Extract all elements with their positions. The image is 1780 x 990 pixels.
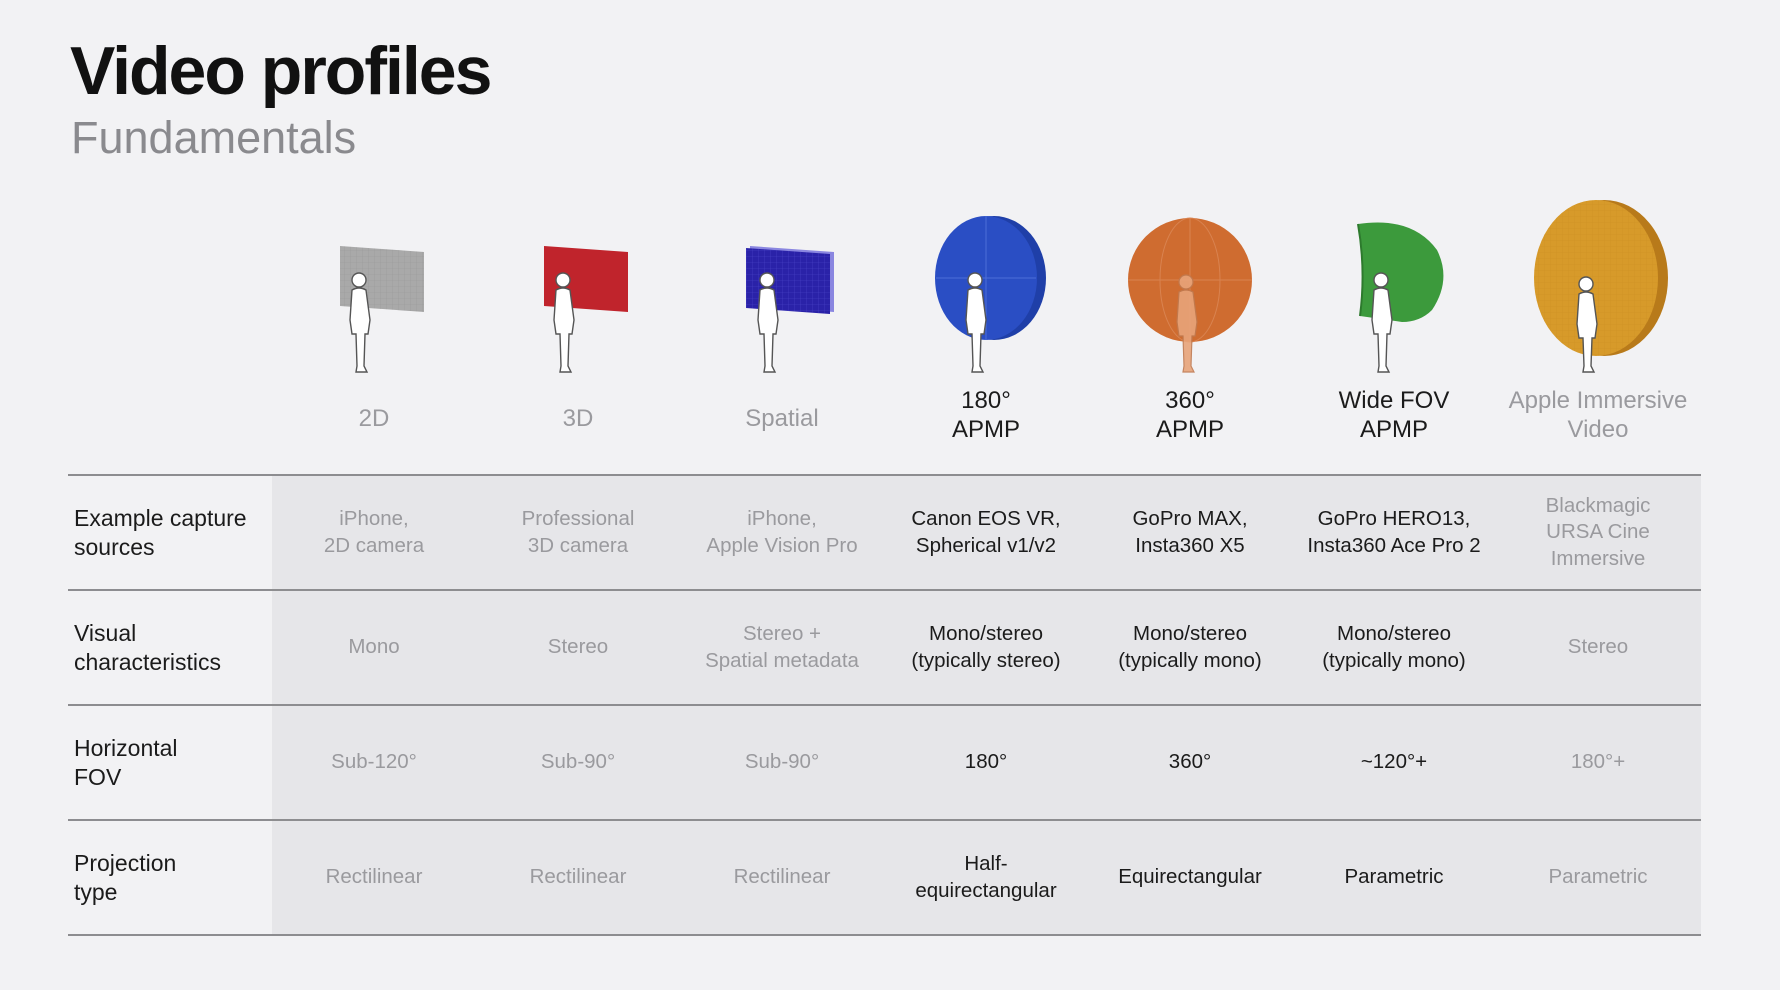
table-cell: Half- equirectangular [915, 852, 1057, 902]
col-label-spatial: Spatial [745, 405, 819, 432]
table-row: Example capture sources iPhone, 2D camer… [68, 474, 1701, 589]
row-header-capture-sources: Example capture sources [74, 504, 247, 560]
table-cell: Parametric [1548, 865, 1648, 889]
table-cell: Rectilinear [733, 865, 831, 889]
col-label-3d: 3D [562, 405, 594, 432]
table-cell: Sub-90° [540, 750, 616, 774]
col-illustration-apple-immersive-video [1496, 198, 1700, 378]
col-illustration-360-apmp [1088, 210, 1292, 378]
col-label-360-apmp: 360° APMP [1155, 387, 1224, 443]
col-illustration-spatial [680, 238, 884, 378]
row-header-horizontal-fov: Horizontal FOV [74, 734, 178, 790]
table-cell: Rectilinear [529, 865, 627, 889]
flat-screen-blue-grid-icon [746, 246, 834, 373]
table-cell: iPhone, 2D camera [323, 507, 425, 557]
col-label-wide-fov-apmp: Wide FOV APMP [1338, 387, 1450, 443]
col-illustration-180-apmp [884, 210, 1088, 378]
table-cell: Rectilinear [325, 865, 423, 889]
table-cell: Sub-120° [331, 750, 417, 774]
table-cell: Mono [348, 635, 400, 659]
col-illustration-2d [272, 238, 476, 378]
row-header-visual-characteristics: Visual characteristics [74, 619, 221, 675]
col-label-180-apmp: 180° APMP [951, 387, 1020, 443]
col-label-2d: 2D [358, 405, 390, 432]
table-cell: GoPro HERO13, Insta360 Ace Pro 2 [1307, 507, 1481, 557]
table-cell: Canon EOS VR, Spherical v1/v2 [911, 507, 1061, 557]
table-cell: Equirectangular [1118, 865, 1262, 889]
table-cell: Mono/stereo (typically stereo) [911, 622, 1061, 672]
half-sphere-blue-icon [935, 216, 1046, 373]
col-label-apple-immersive-video: Apple Immersive Video [1508, 387, 1688, 443]
table-cell: 360° [1168, 750, 1212, 774]
comparison-table: Example capture sources iPhone, 2D camer… [68, 474, 1701, 936]
table-cell: Mono/stereo (typically mono) [1322, 622, 1466, 672]
table-cell: iPhone, Apple Vision Pro [706, 507, 858, 557]
dome-gold-icon [1534, 200, 1668, 373]
table-cell: 180°+ [1570, 750, 1626, 774]
table-cell: GoPro MAX, Insta360 X5 [1132, 507, 1248, 557]
table-row: Projection type Rectilinear Rectilinear … [68, 819, 1701, 936]
table-row: Horizontal FOV Sub-120° Sub-90° Sub-90° … [68, 704, 1701, 819]
table-row: Visual characteristics Mono Stereo Stere… [68, 589, 1701, 704]
flat-screen-gray-icon [340, 246, 424, 373]
table-cell: Mono/stereo (typically mono) [1118, 622, 1262, 672]
row-header-projection-type: Projection type [74, 849, 177, 905]
table-cell: Parametric [1344, 865, 1444, 889]
curved-screen-green-icon [1357, 222, 1444, 373]
table-cell: Stereo + Spatial metadata [705, 622, 859, 672]
table-cell: Professional 3D camera [521, 507, 635, 557]
flat-screen-red-icon [544, 246, 628, 373]
table-cell: Stereo [1567, 635, 1629, 659]
full-sphere-orange-icon [1128, 217, 1252, 373]
col-illustration-3d [476, 238, 680, 378]
page-subtitle: Fundamentals [71, 112, 357, 163]
table-cell: 180° [964, 750, 1008, 774]
page-title: Video profiles [70, 33, 492, 109]
table-cell: Sub-90° [744, 750, 820, 774]
table-cell: Blackmagic URSA Cine Immersive [1545, 493, 1651, 570]
table-cell: ~120°+ [1360, 750, 1428, 774]
table-cell: Stereo [547, 635, 609, 659]
col-illustration-wide-fov-apmp [1292, 210, 1496, 378]
